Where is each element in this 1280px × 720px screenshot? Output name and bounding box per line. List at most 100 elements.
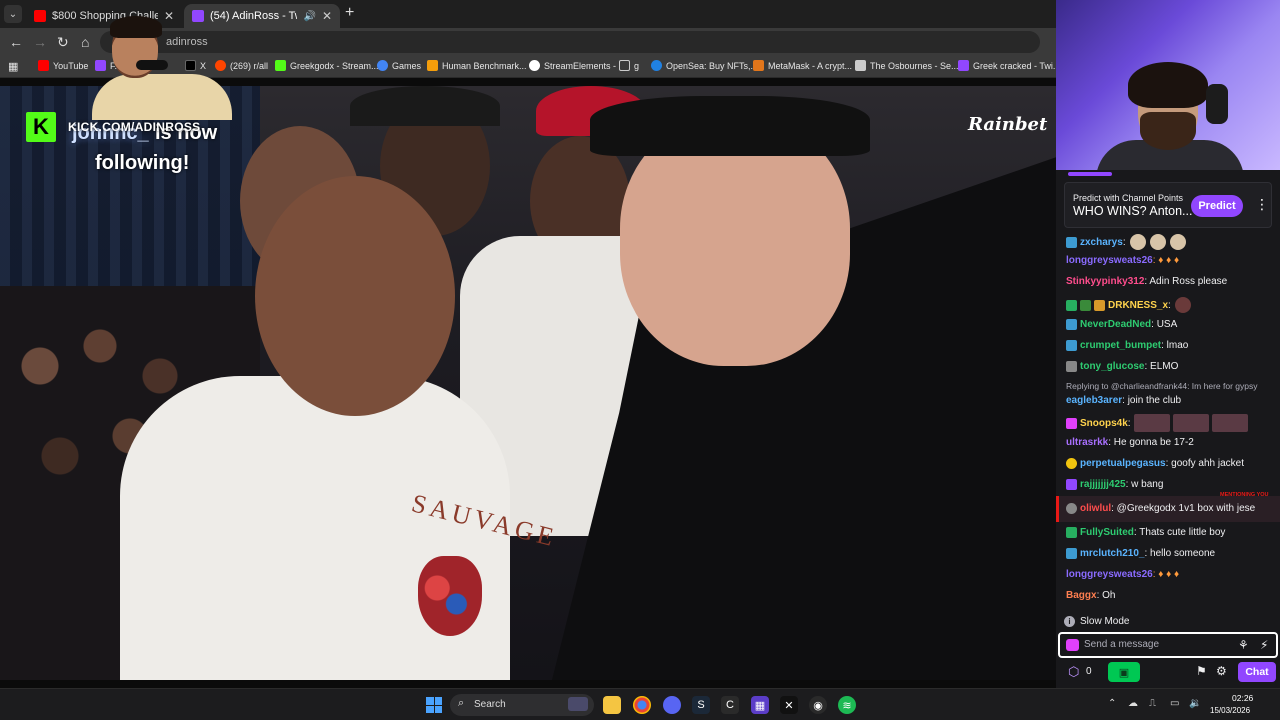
clock-time[interactable]: 02:26: [1232, 693, 1253, 703]
apps-grid-icon[interactable]: ▦: [8, 60, 18, 73]
channel-points-value: 0: [1086, 666, 1092, 677]
streamer-avatar-overlay: [86, 16, 232, 120]
prime-badge-icon: [1066, 340, 1077, 351]
microphone-icon: [1206, 84, 1228, 124]
chat-message: FullySuited : Thats cute little boy: [1066, 527, 1276, 538]
stream-video-frame: SAUVAGE: [0, 86, 1056, 680]
chat-footer: ⬡ 0 ▣ ⚑ ⚙ Chat: [1056, 660, 1280, 688]
chat-message: crumpet_bumpet : lmao: [1066, 340, 1276, 351]
show-hidden-icons[interactable]: ⌃: [1108, 698, 1116, 709]
bookmark-opensea[interactable]: OpenSea: Buy NFTs,...: [651, 60, 758, 71]
chat-column: Predict with Channel Points WHO WINS? An…: [1056, 0, 1280, 688]
bookmark-greekgodx[interactable]: Greekgodx - Stream...: [275, 60, 379, 71]
black-cap: [350, 86, 500, 126]
emote-icon: [1149, 234, 1166, 250]
chat-message: ultrasrkk : He gonna be 17-2: [1066, 437, 1194, 448]
settings-gear-icon[interactable]: ⚙: [1216, 664, 1227, 678]
verified-badge-icon: [1066, 299, 1077, 311]
user-badge-icon[interactable]: [1066, 639, 1079, 651]
clock-date[interactable]: 15/03/2026: [1210, 706, 1250, 715]
usb-icon[interactable]: ⎍: [1149, 698, 1156, 709]
metamask-icon: [753, 60, 764, 71]
back-icon[interactable]: ←: [9, 34, 23, 50]
speaker-icon[interactable]: 🔊: [303, 11, 315, 22]
calculator-icon[interactable]: ▦: [751, 696, 769, 714]
subscriber-badge-icon: [1066, 503, 1077, 514]
chat-message: longgreysweats26 : ♦ ♦ ♦: [1066, 255, 1180, 266]
chat-message: eagleb3arer : join the club: [1066, 395, 1182, 406]
chat-message: Snoops4k :: [1066, 414, 1276, 432]
kick-url-overlay: KICK.COM/ADINROSS: [68, 120, 201, 134]
chat-message: zxcharys :: [1066, 234, 1276, 250]
youtube-icon: [34, 10, 46, 22]
twitch-icon: [958, 60, 969, 71]
video-player[interactable]: SAUVAGE K johnnc_ is now following! KICK…: [0, 78, 1056, 688]
bookmark-folder-g[interactable]: g: [619, 60, 639, 71]
subscriber-badge-icon: [1066, 479, 1077, 490]
predict-button[interactable]: Predict: [1191, 195, 1243, 217]
reply-context: Replying to @charlieandfrank44: Im here …: [1066, 381, 1258, 391]
taskbar-search[interactable]: ⌕ Search: [450, 694, 594, 716]
new-tab-button[interactable]: +: [345, 5, 354, 21]
chat-message: NeverDeadNed : USA: [1066, 319, 1276, 330]
person-face: [255, 176, 455, 416]
emote-picker-icon[interactable]: ⚡: [1260, 638, 1268, 652]
steam-icon[interactable]: S: [692, 696, 710, 714]
bookmark-youtube[interactable]: YouTube: [38, 60, 88, 71]
app-c-icon[interactable]: C: [721, 696, 739, 714]
kick-icon: [275, 60, 286, 71]
windows-taskbar: ⌕ Search S C ▦ ✕ ◉ ≋ ⌃ ☁ ⎍ ▭ 🔉 02:26 15/…: [0, 688, 1280, 720]
sponsor-logo: Rainbet: [968, 114, 1048, 135]
subscriber-badge-icon: [1080, 299, 1091, 311]
bookmark-greek-cracked[interactable]: Greek cracked - Twi...: [958, 60, 1060, 71]
channel-points-icon[interactable]: ⬡: [1068, 664, 1079, 680]
page-icon: [855, 60, 866, 71]
discord-icon[interactable]: [663, 696, 681, 714]
forward-icon[interactable]: →: [33, 34, 47, 50]
file-explorer-icon[interactable]: [603, 696, 621, 714]
subscriber-badge-icon: [1066, 361, 1077, 372]
prediction-card[interactable]: Predict with Channel Points WHO WINS? An…: [1064, 182, 1272, 228]
chat-input[interactable]: Send a message ⚘ ⚡: [1058, 632, 1278, 658]
emote-icon: [1129, 234, 1146, 250]
black-cap: [590, 96, 870, 156]
emote-icon: [1172, 414, 1209, 432]
windows-start-icon[interactable]: [426, 697, 442, 713]
prediction-progress: [1068, 172, 1112, 176]
capcut-icon[interactable]: ✕: [780, 696, 798, 714]
url-field[interactable]: adinross: [100, 31, 1040, 53]
chrome-icon[interactable]: [633, 696, 651, 714]
prime-badge-icon: [1066, 548, 1077, 559]
onedrive-icon[interactable]: ☁: [1128, 698, 1138, 709]
slow-mode-notice: i Slow Mode: [1056, 612, 1280, 632]
google-games-icon: [377, 60, 388, 71]
tab-search-button[interactable]: ⌄: [4, 5, 22, 23]
follow-alert-text-2: following!: [95, 152, 190, 174]
webcam-beard: [1140, 112, 1196, 150]
bookmark-human-benchmark[interactable]: Human Benchmark...: [427, 60, 527, 71]
emote-icon: [1169, 234, 1186, 250]
chat-send-button[interactable]: Chat: [1238, 662, 1276, 682]
claim-bonus-button[interactable]: ▣: [1108, 662, 1140, 682]
webcam-hair: [1128, 62, 1208, 108]
spotify-icon[interactable]: ≋: [838, 696, 856, 714]
more-options-icon[interactable]: ⋮: [1255, 196, 1269, 213]
headset-mic-icon: [136, 60, 168, 70]
bits-icon[interactable]: ⚘: [1238, 638, 1249, 652]
bookmark-streamelements[interactable]: StreamElements -: [529, 60, 616, 71]
bookmark-metamask[interactable]: MetaMask - A crypt...: [753, 60, 852, 71]
gift-badge-icon: [1094, 299, 1105, 311]
chat-message: DRKNESS_x :: [1066, 297, 1276, 313]
network-icon[interactable]: ▭: [1170, 698, 1179, 709]
bookmark-games[interactable]: Games: [377, 60, 421, 71]
bookmark-osbournes[interactable]: The Osbournes - Se...: [855, 60, 959, 71]
emote-icon: [1174, 297, 1191, 313]
obs-icon[interactable]: ◉: [809, 696, 827, 714]
volume-icon[interactable]: 🔉: [1189, 698, 1201, 709]
reload-icon[interactable]: ↻: [57, 34, 69, 50]
chat-message: Baggx : Oh: [1066, 590, 1116, 601]
emote-icon: [1211, 414, 1248, 432]
kick-mode-icon[interactable]: ⚑: [1196, 664, 1207, 678]
chat-message-mention: oliwlul : @Greekgodx 1v1 box with jese: [1066, 503, 1276, 514]
close-tab-icon[interactable]: ✕: [322, 9, 332, 23]
